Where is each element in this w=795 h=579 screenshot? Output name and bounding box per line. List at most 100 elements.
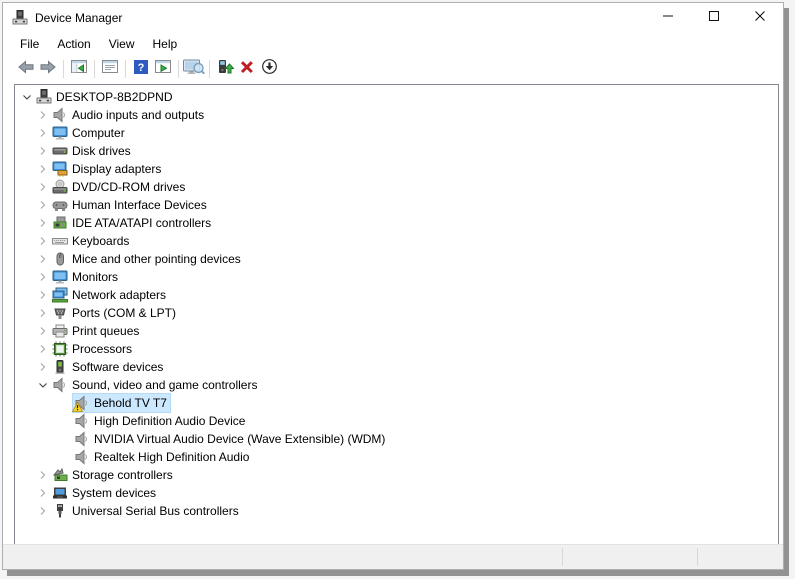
- tree-item[interactable]: Human Interface Devices: [15, 196, 778, 214]
- chevron-collapsed-icon[interactable]: [35, 215, 51, 231]
- chevron-collapsed-icon[interactable]: [35, 197, 51, 213]
- tree-item-label: System devices: [72, 485, 159, 501]
- keyboard-icon: [52, 233, 68, 249]
- close-button[interactable]: [737, 3, 783, 33]
- maximize-button[interactable]: [691, 3, 737, 33]
- tree-item[interactable]: Display adapters: [15, 160, 778, 178]
- toolbar-separator: [178, 60, 179, 78]
- close-icon: [754, 9, 766, 27]
- menu-item-view[interactable]: View: [100, 34, 144, 54]
- tree-item[interactable]: Monitors: [15, 268, 778, 286]
- menu-item-action[interactable]: Action: [48, 34, 99, 54]
- back-button[interactable]: [15, 58, 37, 80]
- tree-item-label: Network adapters: [72, 287, 169, 303]
- console-tree-icon: [71, 59, 88, 80]
- dvd-drive-icon: [52, 179, 68, 195]
- chevron-collapsed-icon[interactable]: [35, 503, 51, 519]
- chevron-collapsed-icon[interactable]: [35, 179, 51, 195]
- tree-item[interactable]: Disk drives: [15, 142, 778, 160]
- chevron-collapsed-icon[interactable]: [35, 305, 51, 321]
- tree-item[interactable]: Storage controllers: [15, 466, 778, 484]
- tree-item[interactable]: Ports (COM & LPT): [15, 304, 778, 322]
- show-action-pane-button[interactable]: [152, 58, 174, 80]
- tree-item-label: Keyboards: [72, 233, 132, 249]
- menu-item-help[interactable]: Help: [144, 34, 187, 54]
- tree-item[interactable]: Behold TV T7: [15, 394, 778, 412]
- tree-item[interactable]: High Definition Audio Device: [15, 412, 778, 430]
- chevron-expanded-icon[interactable]: [35, 377, 51, 393]
- speaker-icon: [74, 413, 90, 429]
- tree-item[interactable]: Print queues: [15, 322, 778, 340]
- tree-item-label: Human Interface Devices: [72, 197, 210, 213]
- tree-item-label: DESKTOP-8B2DPND: [56, 89, 175, 105]
- show-console-tree-button[interactable]: [68, 58, 90, 80]
- device-tree-panel[interactable]: DESKTOP-8B2DPND Audio inputs and outputsC…: [14, 84, 779, 546]
- tree-item[interactable]: DESKTOP-8B2DPND: [15, 88, 778, 106]
- chevron-collapsed-icon[interactable]: [35, 143, 51, 159]
- scan-icon: [183, 59, 205, 80]
- chevron-collapsed-icon[interactable]: [35, 161, 51, 177]
- usb-icon: [52, 503, 68, 519]
- toolbar-separator: [63, 60, 64, 78]
- chevron-collapsed-icon[interactable]: [35, 125, 51, 141]
- tree-item[interactable]: System devices: [15, 484, 778, 502]
- chevron-collapsed-icon[interactable]: [35, 287, 51, 303]
- chevron-collapsed-icon[interactable]: [35, 341, 51, 357]
- tree-item[interactable]: Mice and other pointing devices: [15, 250, 778, 268]
- chevron-collapsed-icon[interactable]: [35, 467, 51, 483]
- serial-port-icon: [52, 305, 68, 321]
- toolbar-separator: [125, 60, 126, 78]
- forward-button[interactable]: [37, 58, 59, 80]
- tree-item-label: Software devices: [72, 359, 166, 375]
- mouse-icon: [52, 251, 68, 267]
- processor-icon: [52, 341, 68, 357]
- chevron-collapsed-icon[interactable]: [35, 323, 51, 339]
- minimize-button[interactable]: [645, 3, 691, 33]
- scan-hardware-changes-button[interactable]: [183, 58, 205, 80]
- update-driver-button[interactable]: [214, 58, 236, 80]
- window-controls: [645, 3, 783, 33]
- tree-item[interactable]: Computer: [15, 124, 778, 142]
- tree-item[interactable]: DVD/CD-ROM drives: [15, 178, 778, 196]
- properties-button[interactable]: [99, 58, 121, 80]
- tree-item[interactable]: Universal Serial Bus controllers: [15, 502, 778, 520]
- menu-item-file[interactable]: File: [11, 34, 48, 54]
- tree-item[interactable]: Software devices: [15, 358, 778, 376]
- tree-item-label: Display adapters: [72, 161, 164, 177]
- tree-item[interactable]: NVIDIA Virtual Audio Device (Wave Extens…: [15, 430, 778, 448]
- tree-item[interactable]: Realtek High Definition Audio: [15, 448, 778, 466]
- tree-item[interactable]: Audio inputs and outputs: [15, 106, 778, 124]
- hid-icon: [52, 197, 68, 213]
- title-bar[interactable]: Device Manager: [3, 3, 783, 33]
- tree-item[interactable]: Sound, video and game controllers: [15, 376, 778, 394]
- tree-item-label: High Definition Audio Device: [94, 413, 248, 429]
- ide-controller-icon: [52, 215, 68, 231]
- tree-item-label: Audio inputs and outputs: [72, 107, 207, 123]
- chevron-expanded-icon[interactable]: [19, 89, 35, 105]
- tree-item-label: Realtek High Definition Audio: [94, 449, 252, 465]
- display-adapter-icon: [52, 161, 68, 177]
- chevron-collapsed-icon[interactable]: [35, 485, 51, 501]
- speaker-icon: [74, 431, 90, 447]
- tree-item-label: Processors: [72, 341, 135, 357]
- chevron-collapsed-icon[interactable]: [35, 107, 51, 123]
- statusbar-divider: [697, 548, 698, 566]
- chevron-collapsed-icon[interactable]: [35, 359, 51, 375]
- chevron-collapsed-icon[interactable]: [35, 269, 51, 285]
- tree-item[interactable]: IDE ATA/ATAPI controllers: [15, 214, 778, 232]
- tree-item-label: DVD/CD-ROM drives: [72, 179, 188, 195]
- tree-item[interactable]: Keyboards: [15, 232, 778, 250]
- tree-item[interactable]: Network adapters: [15, 286, 778, 304]
- system-device-icon: [52, 485, 68, 501]
- update-driver-icon: [217, 59, 234, 80]
- uninstall-device-button[interactable]: [236, 58, 258, 80]
- chevron-collapsed-icon[interactable]: [35, 251, 51, 267]
- tree-item[interactable]: Processors: [15, 340, 778, 358]
- device-manager-icon: [12, 10, 28, 26]
- chevron-collapsed-icon[interactable]: [35, 233, 51, 249]
- toolbar-separator: [94, 60, 95, 78]
- help-button[interactable]: ?: [130, 58, 152, 80]
- tree-item-label: Behold TV T7: [94, 395, 170, 411]
- disable-device-button[interactable]: [258, 58, 280, 80]
- minimize-icon: [662, 9, 674, 27]
